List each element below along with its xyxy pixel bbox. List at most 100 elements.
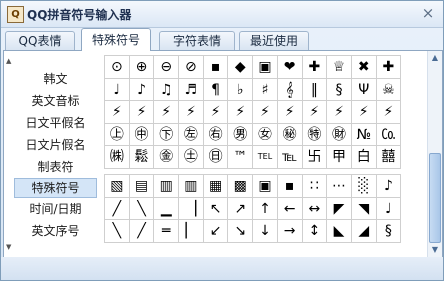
symbol-cell[interactable]: ☠ — [376, 78, 402, 101]
symbol-cell[interactable]: ⊕ — [129, 56, 155, 79]
sidebar-item-time-date[interactable]: 时间/日期 — [14, 199, 97, 219]
symbol-cell[interactable]: § — [376, 220, 402, 243]
symbol-cell[interactable]: 𝄞 — [277, 78, 303, 101]
symbol-cell[interactable]: ╲ — [105, 220, 130, 243]
sidebar-scroll-down-icon[interactable]: ▼ — [6, 243, 11, 251]
symbol-cell[interactable]: ⋯ — [327, 175, 352, 198]
symbol-cell[interactable]: ▥ — [154, 175, 180, 198]
symbol-cell[interactable]: ↔ — [302, 197, 328, 220]
sidebar-item-phonetic[interactable]: 英文音标 — [14, 91, 97, 111]
symbol-cell[interactable]: ⚡ — [105, 101, 130, 124]
symbol-cell[interactable]: ▕ — [179, 197, 204, 220]
symbol-cell[interactable]: ⚡ — [228, 101, 254, 124]
symbol-cell[interactable]: 鬆 — [129, 146, 155, 169]
symbol-cell[interactable]: ㈱ — [105, 146, 130, 169]
symbol-cell[interactable]: ㊐ — [203, 146, 229, 169]
symbol-cell[interactable]: ◢ — [351, 220, 377, 243]
symbol-cell[interactable]: ⚡ — [376, 101, 402, 124]
symbol-cell[interactable]: ⚡ — [327, 101, 352, 124]
symbol-cell[interactable]: ⚡ — [253, 101, 278, 124]
symbol-cell[interactable]: 卐 — [302, 146, 328, 169]
symbol-cell[interactable]: ╱ — [129, 220, 155, 243]
symbol-cell[interactable]: ↑ — [253, 197, 278, 220]
symbol-cell[interactable]: ㊚ — [228, 123, 254, 146]
title-bar[interactable]: Q QQ拼音符号输入器 × — [1, 1, 443, 28]
sidebar-item-box-drawing[interactable]: 制表符 — [14, 157, 97, 177]
symbol-cell[interactable]: 白 — [351, 146, 377, 169]
symbol-cell[interactable]: ╱ — [105, 197, 130, 220]
sidebar-scroll-up-icon[interactable]: ▲ — [6, 57, 11, 65]
tab-text-emoticons[interactable]: 字符表情 — [159, 31, 235, 50]
symbol-cell[interactable]: ▣ — [253, 175, 278, 198]
symbol-cell[interactable]: ▏ — [179, 220, 204, 243]
symbol-cell[interactable]: ◆ — [228, 56, 254, 79]
symbol-cell[interactable]: ⚡ — [302, 101, 328, 124]
symbol-cell[interactable]: → — [277, 220, 303, 243]
symbol-cell[interactable]: ㊧ — [179, 123, 204, 146]
symbol-cell[interactable]: ♕ — [327, 56, 352, 79]
symbol-cell[interactable]: ▧ — [105, 175, 130, 198]
symbol-cell[interactable]: ♪ — [129, 78, 155, 101]
symbol-cell[interactable]: ¶ — [203, 78, 229, 101]
symbol-cell[interactable]: ▪ — [277, 175, 303, 198]
tab-qq-emoticons[interactable]: QQ表情 — [5, 31, 75, 50]
sidebar-item-korean[interactable]: 韩文 — [14, 69, 97, 89]
symbol-cell[interactable]: ↗ — [228, 197, 254, 220]
symbol-cell[interactable]: ✚ — [376, 56, 402, 79]
symbol-cell[interactable]: ⊙ — [105, 56, 130, 79]
symbol-cell[interactable]: ㊕ — [302, 123, 328, 146]
symbol-cell[interactable]: ㊏ — [179, 146, 204, 169]
scroll-down-icon[interactable]: ▼ — [428, 243, 442, 257]
symbol-cell[interactable]: ㊎ — [154, 146, 180, 169]
symbol-cell[interactable]: 囍 — [376, 146, 402, 169]
symbol-cell[interactable]: ㊥ — [129, 123, 155, 146]
scroll-up-icon[interactable]: ▲ — [428, 51, 442, 65]
symbol-cell[interactable]: ⊘ — [179, 56, 204, 79]
tab-special-symbols[interactable]: 特殊符号 — [81, 28, 151, 51]
symbol-cell[interactable]: ✖ — [351, 56, 377, 79]
symbol-cell[interactable]: ↙ — [203, 220, 229, 243]
symbol-cell[interactable]: ♩ — [105, 78, 130, 101]
symbol-cell[interactable]: ◤ — [327, 197, 352, 220]
close-button[interactable]: × — [419, 4, 437, 22]
symbol-cell[interactable]: ♩ — [376, 197, 402, 220]
symbol-cell[interactable]: ← — [277, 197, 303, 220]
symbol-cell[interactable]: ↘ — [228, 220, 254, 243]
symbol-cell[interactable]: № — [351, 123, 377, 146]
symbol-cell[interactable]: ♫ — [154, 78, 180, 101]
symbol-cell[interactable]: ⚡ — [129, 101, 155, 124]
symbol-cell[interactable]: ⊖ — [154, 56, 180, 79]
symbol-cell[interactable]: ↕ — [302, 220, 328, 243]
symbol-cell[interactable]: ▤ — [129, 175, 155, 198]
symbol-cell[interactable]: ㊙ — [277, 123, 303, 146]
symbol-cell[interactable]: ↖ — [203, 197, 229, 220]
symbol-cell[interactable]: ♯ — [253, 78, 278, 101]
symbol-cell[interactable]: ㊖ — [327, 123, 352, 146]
symbol-cell[interactable]: ℡ — [277, 146, 303, 169]
symbol-cell[interactable]: ⚡ — [154, 101, 180, 124]
sidebar-item-special-symbols[interactable]: 特殊符号 — [14, 178, 97, 198]
symbol-cell[interactable]: ‖ — [302, 78, 328, 101]
symbol-cell[interactable]: 甲 — [327, 146, 352, 169]
symbol-cell[interactable]: ❤ — [277, 56, 303, 79]
symbol-cell[interactable]: Ψ — [351, 78, 377, 101]
symbol-cell[interactable]: § — [327, 78, 352, 101]
sidebar-item-katakana[interactable]: 日文片假名 — [14, 135, 97, 155]
symbol-cell[interactable]: ⚡ — [203, 101, 229, 124]
symbol-cell[interactable]: ㊦ — [154, 123, 180, 146]
scroll-thumb[interactable] — [429, 153, 441, 243]
symbol-cell[interactable]: ◥ — [351, 197, 377, 220]
symbol-cell[interactable]: ═ — [154, 220, 180, 243]
symbol-cell[interactable]: ㏇ — [376, 123, 402, 146]
symbol-cell[interactable]: ⚡ — [277, 101, 303, 124]
symbol-cell[interactable]: TEL — [253, 146, 278, 169]
symbol-cell[interactable]: ↓ — [253, 220, 278, 243]
symbol-cell[interactable]: ╲ — [129, 197, 155, 220]
symbol-cell[interactable]: ∷ — [302, 175, 328, 198]
symbol-cell[interactable]: ㊛ — [253, 123, 278, 146]
symbol-cell[interactable]: ⚡ — [351, 101, 377, 124]
symbol-cell[interactable]: ◣ — [327, 220, 352, 243]
sidebar-item-hiragana[interactable]: 日文平假名 — [14, 113, 97, 133]
symbol-cell[interactable]: ▦ — [203, 175, 229, 198]
symbol-cell[interactable]: ♭ — [228, 78, 254, 101]
